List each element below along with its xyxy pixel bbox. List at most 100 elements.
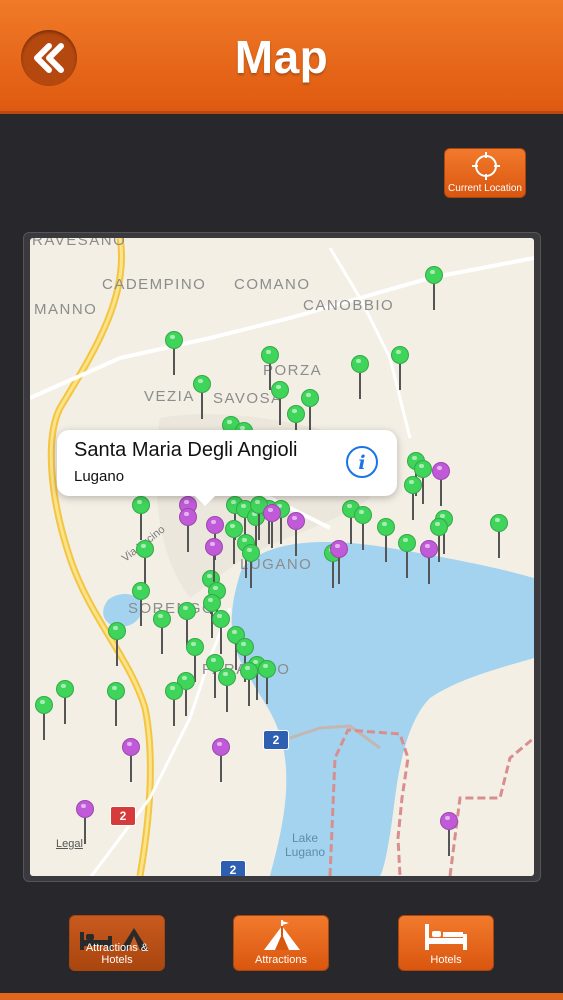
hotel-pin[interactable] [179,508,197,552]
route-shield: 2 [110,806,136,826]
attraction-pin[interactable] [132,582,150,626]
bottom-bar [0,993,563,1000]
header: Map [0,0,563,114]
attraction-pin[interactable] [132,496,150,540]
place-canobbio: CANOBBIO [303,297,395,314]
hotel-pin[interactable] [432,462,450,506]
attraction-pin[interactable] [240,662,258,706]
attraction-pin[interactable] [107,682,125,726]
bed-icon [425,924,467,950]
attraction-pin[interactable] [206,654,224,698]
tab-hotels[interactable]: Hotels [398,915,494,971]
map-callout[interactable]: Santa Maria Degli Angioli Lugano i [57,430,397,506]
attraction-pin[interactable] [258,660,276,704]
pin-head [108,622,126,640]
pin-head [165,682,183,700]
tab-attractions[interactable]: Attractions [233,915,329,971]
info-icon[interactable]: i [346,446,378,478]
callout-title: Santa Maria Degli Angioli [74,439,298,461]
hotel-pin[interactable] [212,738,230,782]
attraction-pin[interactable] [108,622,126,666]
crosshair-icon [472,152,500,180]
attraction-pin[interactable] [177,672,195,716]
attraction-pin[interactable] [242,544,260,588]
pin-head [398,534,416,552]
attraction-pin[interactable] [398,534,416,578]
page-title: Map [234,31,329,83]
current-location-label: Current Location [448,183,522,194]
pin-head [236,638,254,656]
pin-head [420,540,438,558]
attraction-pin[interactable] [212,610,230,654]
attraction-pin[interactable] [354,506,372,550]
attraction-pin[interactable] [250,496,268,540]
attraction-pin[interactable] [324,544,342,588]
pin-head [391,346,409,364]
hotel-pin[interactable] [420,540,438,584]
attraction-pin[interactable] [490,514,508,558]
pin-head [404,476,422,494]
tab-label: Hotels [430,954,462,966]
hotel-pin[interactable] [330,540,348,584]
attraction-pin[interactable] [425,266,443,310]
pin-head [354,506,372,524]
pin-head [261,346,279,364]
pin-head [122,738,140,756]
attraction-pin[interactable] [248,656,266,700]
attraction-pin[interactable] [391,346,409,390]
pin-head [271,381,289,399]
pin-head [287,512,305,530]
map-view[interactable]: RAVESANO CADEMPINO COMANO MANNO CANOBBIO… [30,238,534,876]
attraction-pin[interactable] [342,500,360,544]
attraction-pin[interactable] [430,518,448,562]
pin-head [240,662,258,680]
attraction-pin[interactable] [271,381,289,425]
legal-link[interactable]: Legal [56,838,83,850]
attraction-pin[interactable] [153,610,171,654]
hotel-pin[interactable] [287,512,305,556]
hotel-pin[interactable] [263,504,281,548]
pin-head [35,696,53,714]
tent-icon [264,920,300,950]
attraction-pin[interactable] [165,682,183,726]
place-vezia: VEZIA [144,388,195,405]
tab-label: Attractions & Hotels [85,942,149,966]
pin-head [193,375,211,393]
attraction-pin[interactable] [272,500,290,544]
tab-attractions-hotels[interactable]: Attractions & Hotels [69,915,165,971]
pin-head [440,812,458,830]
pin-head [263,504,281,522]
attraction-pin[interactable] [35,696,53,740]
attraction-pin[interactable] [56,680,74,724]
pin-head [206,516,224,534]
attraction-pin[interactable] [414,460,432,504]
attraction-pin[interactable] [377,518,395,562]
pin-head [287,405,305,423]
route-shield: 2 [263,730,289,750]
attraction-pin[interactable] [193,375,211,419]
hotel-pin[interactable] [440,812,458,856]
hotel-pin[interactable] [122,738,140,782]
hotel-pin[interactable] [76,800,94,844]
attraction-pin[interactable] [225,520,243,564]
route-shield: 2 [220,860,246,876]
pin-head [132,496,150,514]
pin-head [179,508,197,526]
pin-head [56,680,74,698]
current-location-button[interactable]: Current Location [444,148,526,198]
pin-head [351,355,369,373]
attraction-pin[interactable] [218,668,236,712]
pin-head [165,331,183,349]
pin-head [153,610,171,628]
attraction-pin[interactable] [136,540,154,584]
attraction-pin[interactable] [165,331,183,375]
pin-head [490,514,508,532]
pin-head [430,518,448,536]
place-porza: PORZA [263,362,323,379]
hotel-pin[interactable] [205,538,223,582]
attraction-pin[interactable] [404,476,422,520]
pin-head [242,544,260,562]
pin-head [218,668,236,686]
pin-head [205,538,223,556]
attraction-pin[interactable] [351,355,369,399]
